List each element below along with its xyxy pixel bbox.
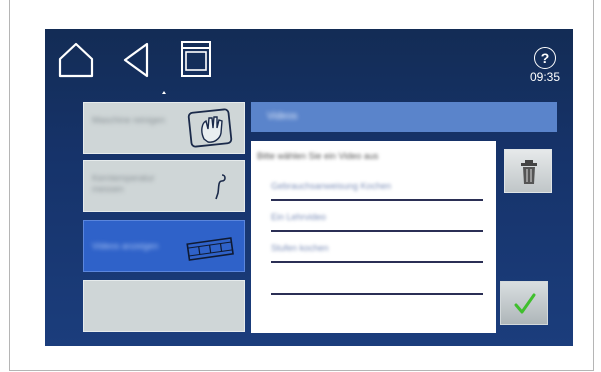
checkmark-icon <box>513 292 537 316</box>
clock-time: 09:35 <box>529 70 561 84</box>
trash-icon <box>520 159 538 185</box>
delete-button[interactable] <box>504 149 552 193</box>
list-item-label: Stufen kochen <box>271 243 329 253</box>
panel-title: Videos <box>267 111 298 122</box>
sidebar-item-core-temperature[interactable]: Kerntemperatur messen <box>83 160 245 212</box>
sidebar-item-label: Kerntemperatur messen <box>92 173 155 194</box>
list-item[interactable]: Gebrauchsanweisung Kochen <box>271 175 483 201</box>
cleaning-hand-icon <box>186 107 238 154</box>
core-probe-icon <box>210 173 230 206</box>
list-item[interactable]: Ein Lehrvideo <box>271 206 483 232</box>
list-item-label: Ein Lehrvideo <box>271 212 327 222</box>
sidebar-item-label: Videos anzeigen <box>92 241 159 251</box>
list-item-label: Gebrauchsanweisung Kochen <box>271 181 392 191</box>
sidebar-item-empty[interactable] <box>83 280 245 332</box>
list-item[interactable] <box>271 269 483 295</box>
help-icon[interactable]: ? <box>534 47 556 69</box>
touch-screen: ? 09:35 Maschine reinigen Kerntemperatur… <box>45 29 573 346</box>
sidebar-item-videos[interactable]: Videos anzeigen <box>83 220 245 272</box>
sidebar-item-label: Maschine reinigen <box>92 115 166 125</box>
back-triangle-icon[interactable] <box>121 41 151 79</box>
indicator-dot <box>162 91 166 94</box>
list-item[interactable]: Stufen kochen <box>271 237 483 263</box>
video-list: Bitte wählen Sie ein Video aus Gebrauchs… <box>251 141 496 333</box>
home-icon[interactable] <box>57 41 95 79</box>
top-bar: ? 09:35 <box>45 29 573 95</box>
panel-header: Videos <box>251 102 557 132</box>
help-status[interactable]: ? 09:35 <box>525 47 565 84</box>
oven-icon[interactable] <box>179 39 213 79</box>
sidebar-item-cleaning[interactable]: Maschine reinigen <box>83 102 245 154</box>
film-strip-icon <box>184 235 236 266</box>
list-prompt: Bitte wählen Sie ein Video aus <box>257 151 379 161</box>
confirm-button[interactable] <box>500 281 548 325</box>
